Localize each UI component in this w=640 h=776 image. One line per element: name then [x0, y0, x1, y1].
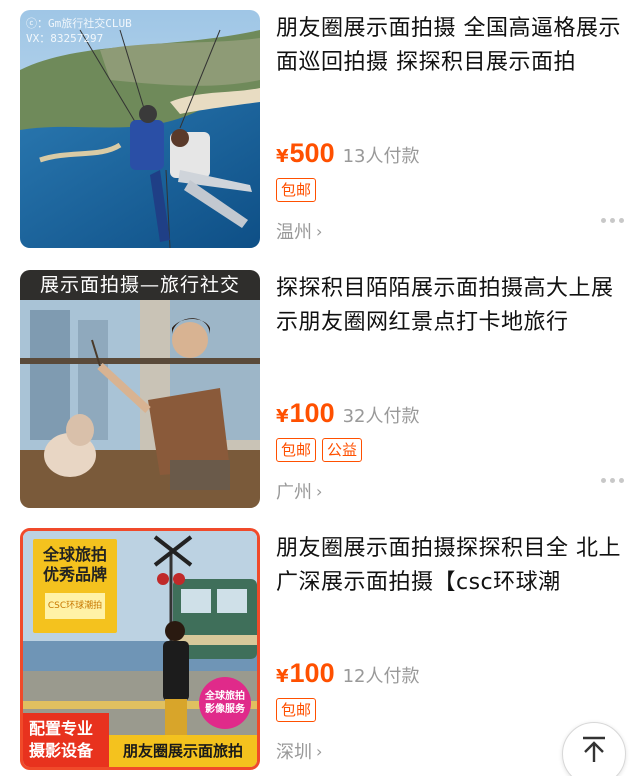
paid-count: 13人付款	[342, 146, 420, 167]
product-card[interactable]: ⓒ：Gm旅行社交CLUB VX：83257297 朋友圈展示面拍摄 全国高逼格展…	[0, 0, 640, 260]
product-card[interactable]: 展示面拍摄—旅行社交 探探积目陌陌展示面拍摄高大上展示朋友圈网红景点打卡地旅行 …	[0, 260, 640, 520]
product-image[interactable]: 展示面拍摄—旅行社交	[20, 270, 260, 508]
product-card[interactable]: 全球旅拍 优秀品牌 CSC环球潮拍 全球旅拍 影像服务 配置专业 摄影设备 朋友…	[0, 520, 640, 776]
product-price: 500	[289, 138, 335, 168]
product-image[interactable]: 全球旅拍 优秀品牌 CSC环球潮拍 全球旅拍 影像服务 配置专业 摄影设备 朋友…	[20, 528, 260, 770]
promo-banner: 朋友圈展示面旅拍	[109, 735, 257, 767]
currency-symbol: ¥	[276, 406, 289, 427]
tag-free-shipping: 包邮	[276, 698, 317, 722]
badge-card: CSC环球潮拍	[45, 593, 105, 619]
promo-label: 配置专业 摄影设备	[23, 713, 109, 767]
tag-list: 包邮 公益	[276, 438, 363, 462]
tag-free-shipping: 包邮	[276, 438, 317, 462]
circle-line1: 全球旅拍	[205, 691, 245, 702]
badge-line2: 优秀品牌	[42, 565, 107, 584]
location[interactable]: 温州 ›	[276, 218, 322, 244]
product-price: 100	[289, 398, 335, 428]
tag-charity: 公益	[322, 438, 363, 462]
paid-count: 32人付款	[342, 406, 420, 427]
promo-line2: 摄影设备	[29, 741, 94, 760]
location-label: 温州	[276, 222, 312, 243]
badge-line1: 全球旅拍	[42, 545, 107, 564]
brand-badge: 全球旅拍 优秀品牌 CSC环球潮拍	[33, 539, 117, 633]
chevron-right-icon: ›	[316, 741, 323, 761]
service-circle-badge: 全球旅拍 影像服务	[199, 677, 251, 729]
product-title[interactable]: 朋友圈展示面拍摄 全国高逼格展示面巡回拍摄 探探积目展示面拍	[276, 12, 626, 80]
product-info: 朋友圈展示面拍摄 全国高逼格展示面巡回拍摄 探探积目展示面拍 ¥ 500 13人…	[276, 12, 626, 250]
chevron-right-icon: ›	[316, 221, 323, 241]
more-options-icon[interactable]	[601, 478, 624, 483]
chevron-right-icon: ›	[316, 481, 323, 501]
product-image[interactable]: ⓒ：Gm旅行社交CLUB VX：83257297	[20, 10, 260, 248]
product-price: 100	[289, 658, 335, 688]
more-options-icon[interactable]	[601, 218, 624, 223]
product-title[interactable]: 朋友圈展示面拍摄探探积目全 北上广深展示面拍摄【csc环球潮	[276, 532, 626, 600]
tag-free-shipping: 包邮	[276, 178, 317, 202]
location[interactable]: 广州 ›	[276, 478, 322, 504]
watermark-line1: ⓒ：Gm旅行社交CLUB	[26, 17, 132, 30]
location-label: 深圳	[276, 742, 312, 763]
cafe-photo	[20, 270, 260, 508]
product-info: 探探积目陌陌展示面拍摄高大上展示朋友圈网红景点打卡地旅行 ¥ 100 32人付款…	[276, 272, 626, 510]
watermark-line2: VX：83257297	[26, 32, 104, 45]
price-row: ¥ 100 32人付款	[276, 398, 420, 429]
tag-list: 包邮	[276, 178, 317, 202]
tag-list: 包邮	[276, 698, 317, 722]
image-banner: 展示面拍摄—旅行社交	[20, 270, 260, 300]
product-list: ⓒ：Gm旅行社交CLUB VX：83257297 朋友圈展示面拍摄 全国高逼格展…	[0, 0, 640, 776]
price-row: ¥ 100 12人付款	[276, 658, 420, 689]
currency-symbol: ¥	[276, 146, 289, 167]
paid-count: 12人付款	[342, 666, 420, 687]
location-label: 广州	[276, 482, 312, 503]
circle-line2: 影像服务	[205, 704, 245, 715]
currency-symbol: ¥	[276, 666, 289, 687]
arrow-up-to-top-icon	[583, 736, 605, 762]
promo-line1: 配置专业	[29, 719, 94, 738]
product-title[interactable]: 探探积目陌陌展示面拍摄高大上展示朋友圈网红景点打卡地旅行	[276, 272, 626, 340]
location[interactable]: 深圳 ›	[276, 738, 322, 764]
price-row: ¥ 500 13人付款	[276, 138, 420, 169]
